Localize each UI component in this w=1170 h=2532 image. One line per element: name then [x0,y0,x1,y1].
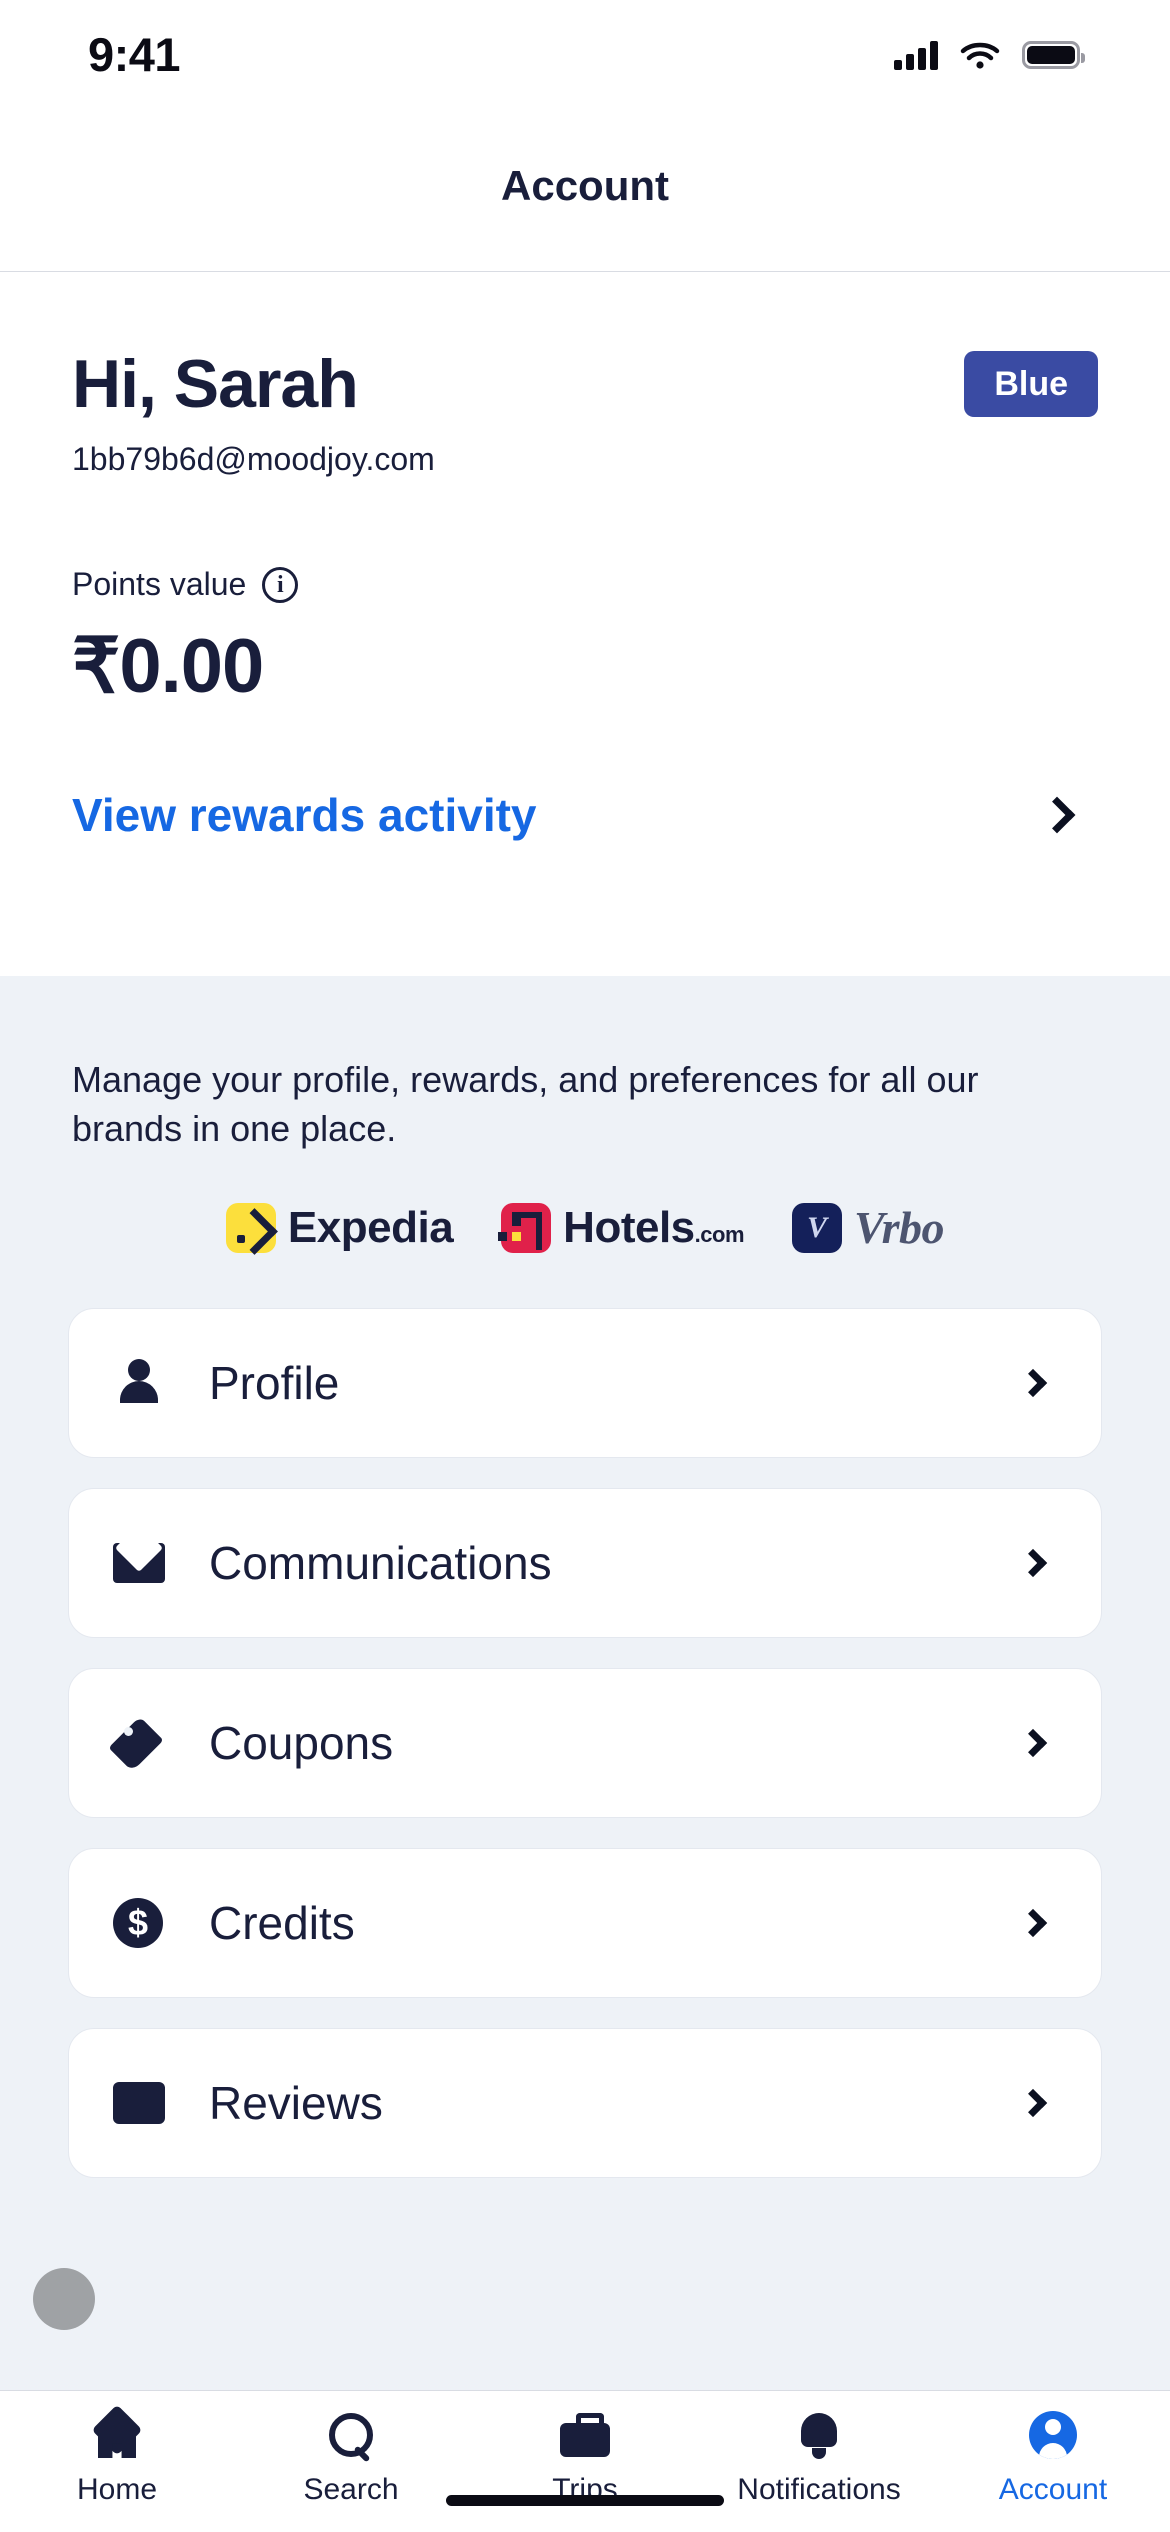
tab-account[interactable]: Account [936,2411,1170,2507]
document-icon [113,2082,175,2125]
chevron-right-icon [1018,1549,1048,1578]
search-icon [327,2411,375,2459]
dollar-circle-icon: $ [113,1898,175,1949]
bell-icon [797,2411,841,2459]
menu-item-label: Communications [209,1537,552,1590]
chevron-right-icon [1038,796,1076,834]
tab-label: Notifications [737,2473,901,2506]
info-circle-icon[interactable]: i [262,566,299,603]
tab-trips[interactable]: Trips [468,2411,702,2507]
tab-notifications[interactable]: Notifications [702,2411,936,2507]
vrbo-logo-icon [792,1202,843,1253]
status-bar: 9:41 [0,0,1170,100]
menu-item-label: Credits [209,1897,355,1950]
menu-item-label: Reviews [209,2077,383,2130]
menu-item-reviews[interactable]: Reviews [68,2028,1102,2179]
brand-name-text: Hotels [563,1202,695,1252]
home-indicator [446,2495,724,2506]
tag-icon [113,1717,175,1769]
panel-description: Manage your profile, rewards, and prefer… [72,1059,979,1149]
points-value-row: Points value i [72,566,1098,603]
menu-item-label: Coupons [209,1717,394,1770]
account-email: 1bb79b6d@moodjoy.com [72,441,435,477]
menu-item-credits[interactable]: $ Credits [68,1848,1102,1999]
expedia-logo-icon [225,1202,276,1253]
account-menu-list: Profile Communications Coupons $ Credits [0,1308,1170,2179]
greeting-row: Hi, Sarah Blue [72,273,1098,423]
chevron-right-icon [1018,2089,1048,2118]
brand-hotels: Hotels.com [501,1202,745,1253]
brand-tld-text: .com [694,1221,745,1247]
chevron-right-icon [1018,1909,1048,1938]
tab-home[interactable]: Home [0,2411,234,2507]
menu-item-coupons[interactable]: Coupons [68,1668,1102,1819]
home-icon [92,2411,142,2459]
view-rewards-activity-link[interactable]: View rewards activity [72,788,537,842]
brands-panel: Manage your profile, rewards, and prefer… [0,976,1170,2390]
envelope-icon [113,1543,175,1584]
tab-search[interactable]: Search [234,2411,468,2507]
hotels-logo-icon [501,1202,552,1253]
battery-icon [1022,41,1085,69]
page-title: Account [501,161,669,209]
brand-label: Expedia [287,1202,454,1252]
brand-label: Vrbo [854,1202,945,1254]
tier-badge[interactable]: Blue [964,351,1098,417]
menu-item-profile[interactable]: Profile [68,1308,1102,1459]
bottom-tab-bar: Home Search Trips Notifications Account [0,2390,1170,2532]
account-hero: Hi, Sarah Blue 1bb79b6d@moodjoy.com Poin… [0,273,1170,976]
tab-label: Search [303,2473,399,2506]
points-value-amount: ₹0.00 [72,624,264,709]
person-icon [113,1357,175,1409]
briefcase-icon [560,2411,610,2459]
status-bar-time: 9:41 [88,27,181,81]
tab-label: Home [76,2473,158,2506]
points-value-label: Points value [72,566,247,602]
brand-expedia: Expedia [225,1202,454,1253]
touch-cursor-indicator [33,2268,95,2330]
status-bar-indicators [894,40,1085,70]
menu-item-communications[interactable]: Communications [68,1488,1102,1639]
tab-label: Account [998,2473,1108,2506]
brand-vrbo: Vrbo [792,1201,945,1254]
brand-logo-list: Expedia Hotels.com Vrbo [0,1201,1170,1254]
wifi-icon [960,42,1000,69]
chevron-right-icon [1018,1369,1048,1398]
account-avatar-icon [1029,2411,1077,2459]
chevron-right-icon [1018,1729,1048,1758]
nav-header: Account [0,100,1170,272]
view-rewards-activity-row[interactable]: View rewards activity [72,788,1098,842]
greeting-name: Hi, Sarah [72,346,359,422]
phone-screen: 9:41 Account Hi, Sarah Blue 1bb79b6d@moo… [0,0,1170,2532]
cellular-bars-icon [894,40,938,70]
menu-item-label: Profile [209,1357,340,1410]
brand-label: Hotels.com [563,1203,744,1253]
